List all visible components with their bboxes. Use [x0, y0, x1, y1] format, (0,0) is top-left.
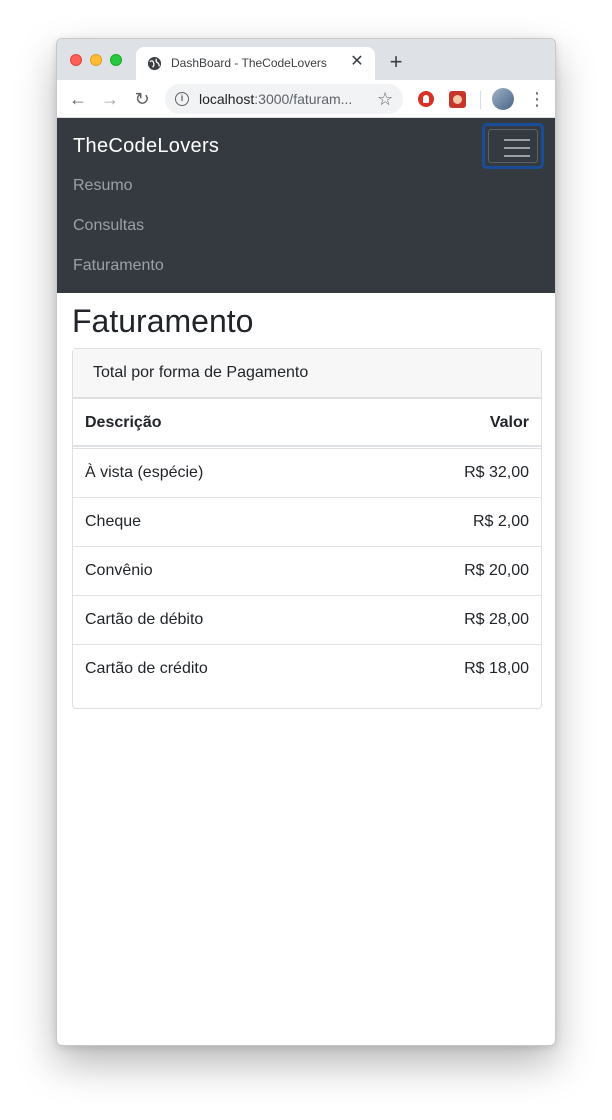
- url-host: localhost: [199, 91, 255, 107]
- row-value: R$ 2,00: [472, 513, 529, 530]
- close-tab-icon[interactable]: ✕: [348, 53, 366, 71]
- toolbar-divider: [480, 91, 481, 109]
- browser-menu-icon[interactable]: ⋮: [528, 88, 546, 110]
- row-value: R$ 32,00: [464, 464, 529, 481]
- minimize-window-button[interactable]: [90, 54, 102, 66]
- page-title: Faturamento: [72, 303, 254, 339]
- navbar-brand[interactable]: TheCodeLovers: [73, 135, 219, 158]
- table-row: Cartão de crédito R$ 18,00: [73, 644, 541, 693]
- hamburger-bar: [504, 139, 530, 141]
- row-description: Convênio: [85, 562, 153, 579]
- table-row: Convênio R$ 20,00: [73, 546, 541, 595]
- nav-item-faturamento[interactable]: Faturamento: [73, 257, 164, 275]
- forward-arrow-icon[interactable]: →: [99, 88, 121, 110]
- url-text: localhost:3000/faturam...: [199, 91, 352, 107]
- maximize-window-button[interactable]: [110, 54, 122, 66]
- adblock-extension-icon[interactable]: [418, 91, 434, 107]
- card-header-title: Total por forma de Pagamento: [93, 364, 309, 381]
- table-header-row: Descrição Valor: [73, 398, 541, 447]
- payment-summary-card: Total por forma de Pagamento Descrição V…: [72, 348, 542, 709]
- column-header-valor: Valor: [489, 414, 529, 431]
- profile-avatar[interactable]: [492, 88, 514, 110]
- info-icon[interactable]: i: [175, 92, 189, 106]
- close-window-button[interactable]: [70, 54, 82, 66]
- browser-toolbar: ← → ↻ i localhost:3000/faturam... ☆ ⋮: [57, 80, 555, 118]
- row-description: Cheque: [85, 513, 142, 530]
- row-description: Cartão de crédito: [85, 660, 208, 677]
- url-path: :3000/faturam...: [254, 91, 353, 107]
- globe-icon: [147, 56, 162, 71]
- tab-strip: DashBoard - TheCodeLovers ✕ +: [57, 39, 555, 80]
- table-row: À vista (espécie) R$ 32,00: [73, 448, 541, 497]
- back-arrow-icon[interactable]: ←: [67, 88, 89, 110]
- row-description: Cartão de débito: [85, 611, 204, 628]
- browser-tab[interactable]: DashBoard - TheCodeLovers ✕: [136, 47, 375, 80]
- table-row: Cheque R$ 2,00: [73, 497, 541, 546]
- table-row: Cartão de débito R$ 28,00: [73, 595, 541, 644]
- nav-item-resumo[interactable]: Resumo: [73, 177, 133, 195]
- bookmark-star-icon[interactable]: ☆: [377, 88, 393, 110]
- nav-item-consultas[interactable]: Consultas: [73, 217, 144, 235]
- extension-icon[interactable]: [449, 91, 466, 108]
- row-value: R$ 28,00: [464, 611, 529, 628]
- navbar: TheCodeLovers Resumo Consultas Faturamen…: [57, 118, 555, 293]
- new-tab-button[interactable]: +: [385, 51, 407, 73]
- column-header-descricao: Descrição: [85, 414, 162, 431]
- navbar-toggler-button[interactable]: [482, 123, 544, 169]
- browser-window: DashBoard - TheCodeLovers ✕ + ← → ↻ i lo…: [56, 38, 556, 1046]
- reload-icon[interactable]: ↻: [131, 88, 153, 110]
- page-content: TheCodeLovers Resumo Consultas Faturamen…: [57, 118, 555, 1045]
- row-description: À vista (espécie): [85, 464, 204, 481]
- card-header: Total por forma de Pagamento: [73, 349, 541, 398]
- tab-title: DashBoard - TheCodeLovers: [171, 56, 327, 70]
- row-value: R$ 18,00: [464, 660, 529, 677]
- toggler-inner: [488, 129, 538, 163]
- row-value: R$ 20,00: [464, 562, 529, 579]
- hamburger-bar: [504, 147, 530, 149]
- address-bar[interactable]: i localhost:3000/faturam... ☆: [165, 84, 403, 114]
- hamburger-bar: [504, 155, 530, 157]
